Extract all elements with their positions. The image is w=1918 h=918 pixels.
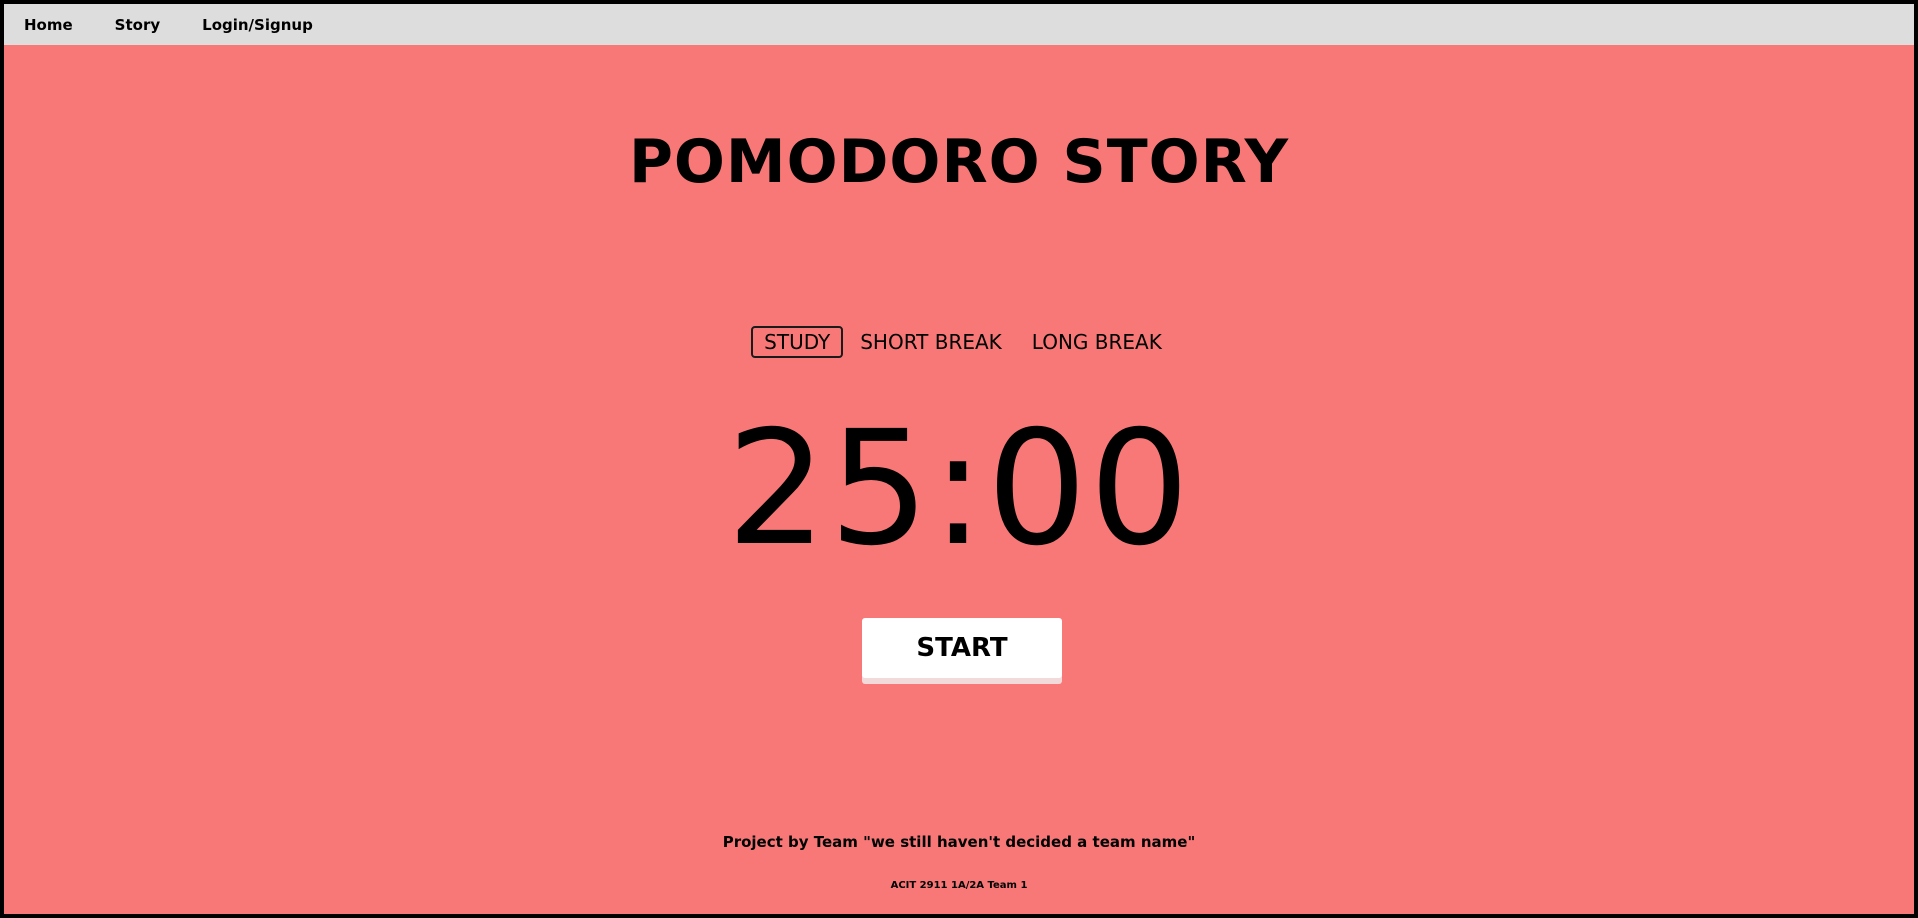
footer-course-label: ACIT 2911 1A/2A Team 1 (890, 880, 1028, 891)
top-navbar: Home Story Login/Signup (4, 4, 1914, 45)
nav-link-home[interactable]: Home (24, 16, 73, 34)
app-frame: Home Story Login/Signup POMODORO STORY S… (4, 4, 1914, 914)
footer-credit: Project by Team "we still haven't decide… (722, 833, 1196, 851)
mode-tab-study[interactable]: STUDY (751, 326, 844, 358)
mode-tab-long-break[interactable]: LONG BREAK (1019, 326, 1175, 358)
start-button[interactable]: START (862, 618, 1062, 678)
nav-link-story[interactable]: Story (115, 16, 160, 34)
page-title: POMODORO STORY (628, 127, 1290, 197)
timer-display: 25:00 (726, 397, 1192, 581)
mode-selector: STUDY SHORT BREAK LONG BREAK (4, 326, 1914, 358)
nav-link-login-signup[interactable]: Login/Signup (202, 16, 313, 34)
mode-tab-short-break[interactable]: SHORT BREAK (847, 326, 1015, 358)
